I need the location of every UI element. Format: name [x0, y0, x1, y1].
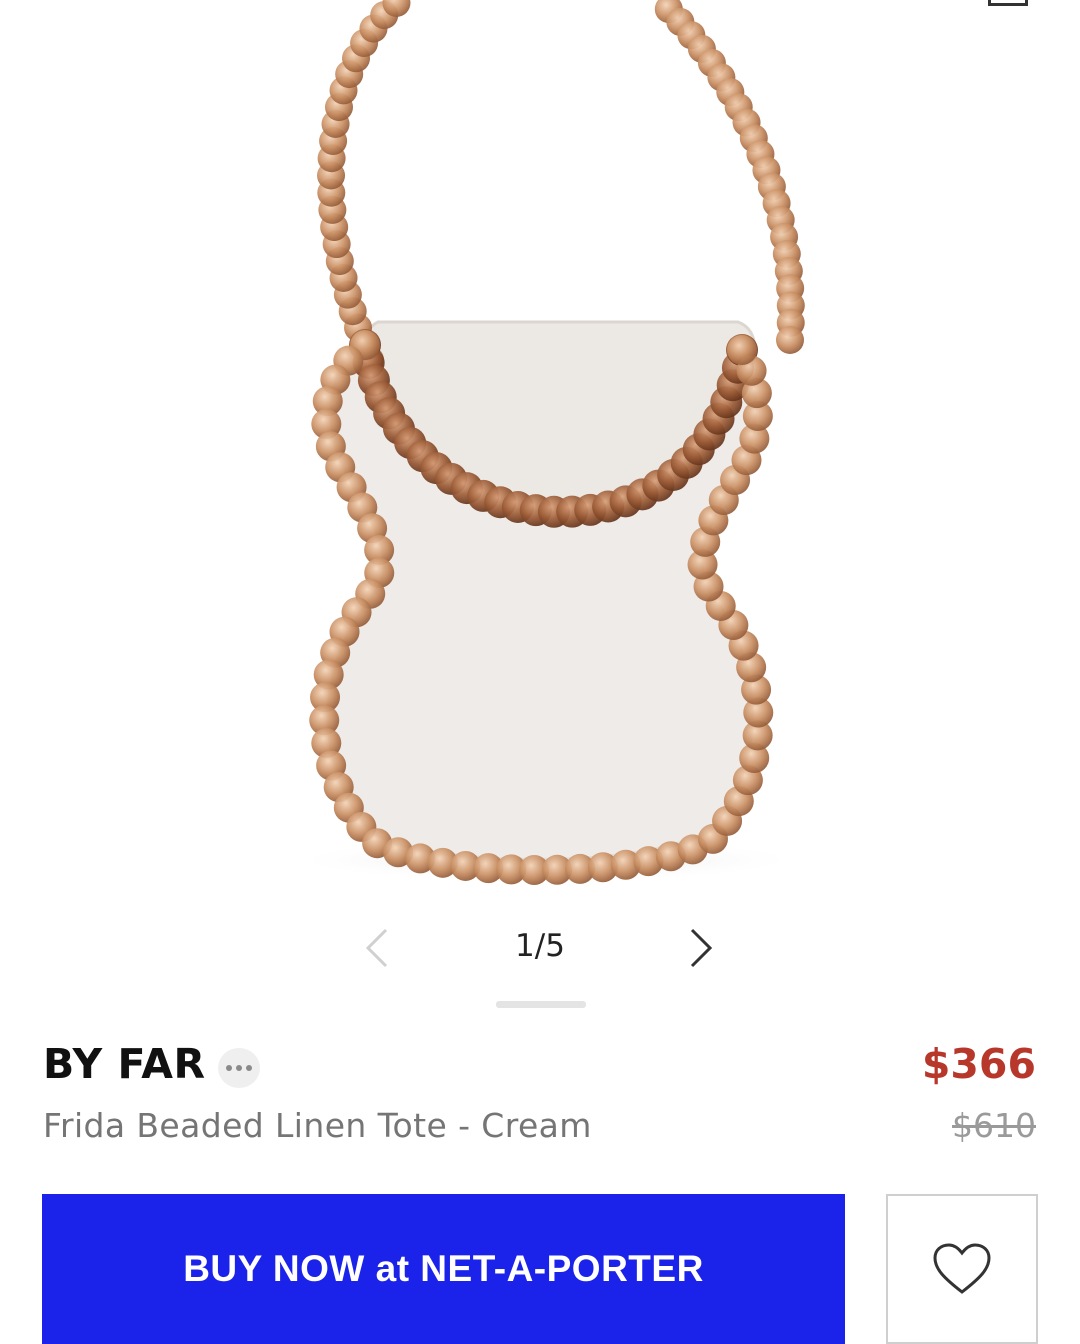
product-image: [285, 0, 805, 885]
brand-name[interactable]: BY FAR: [43, 1040, 206, 1088]
sale-price: $366: [921, 1040, 1036, 1088]
chevron-left-icon[interactable]: [356, 926, 400, 970]
gallery-pager: 1/5: [0, 918, 1080, 978]
scroll-indicator: [496, 1001, 586, 1008]
product-title: Frida Beaded Linen Tote - Cream: [43, 1106, 592, 1145]
page-indicator: 1/5: [515, 928, 565, 964]
more-icon[interactable]: [218, 1048, 260, 1088]
product-gallery[interactable]: 1/5: [0, 0, 1080, 1010]
heart-icon: [933, 1243, 991, 1294]
chevron-right-icon[interactable]: [678, 926, 722, 970]
original-price: $610: [952, 1106, 1036, 1145]
wishlist-button[interactable]: [886, 1194, 1038, 1344]
buy-now-button[interactable]: BUY NOW at NET-A-PORTER: [42, 1194, 845, 1344]
